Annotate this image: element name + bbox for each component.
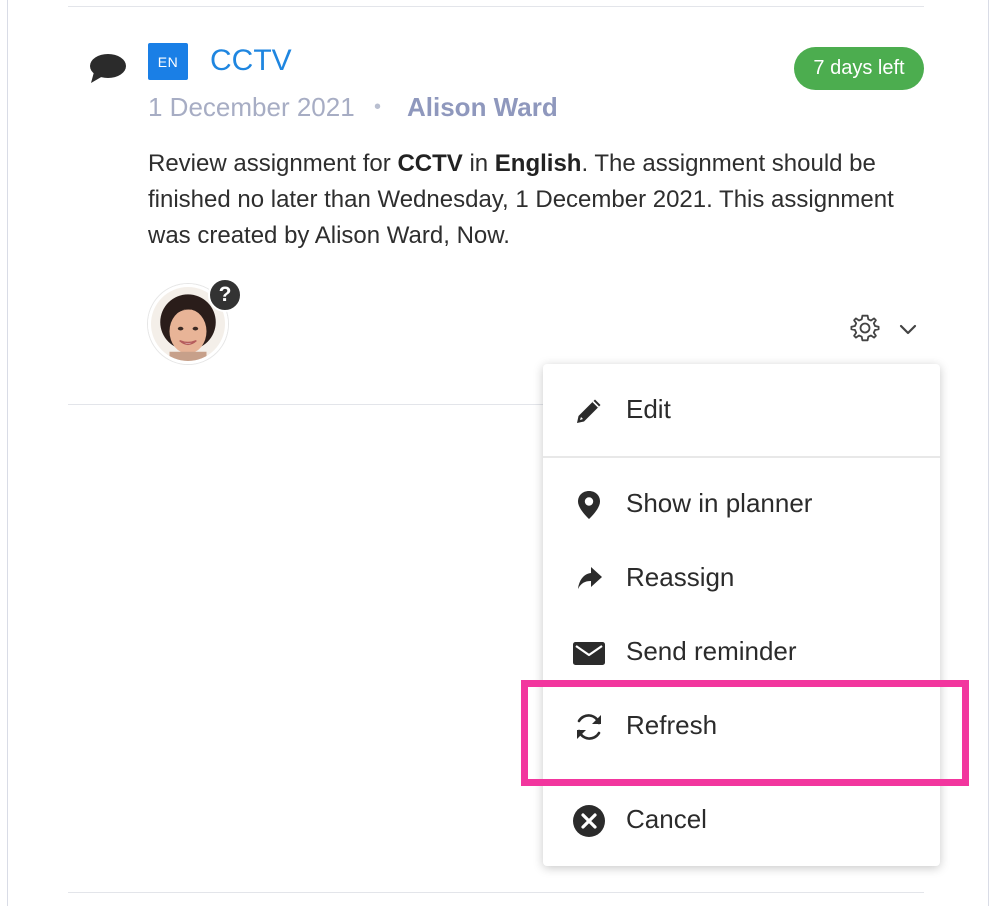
gear-icon[interactable] — [850, 313, 880, 343]
pencil-icon — [571, 393, 607, 429]
assignment-description: Review assignment for CCTV in English. T… — [148, 146, 938, 254]
description-language: English — [494, 150, 582, 177]
menu-item-label: Refresh — [626, 710, 718, 740]
menu-item-label: Edit — [626, 394, 671, 424]
assignee-avatar-wrapper[interactable]: ? — [148, 278, 242, 364]
days-left-badge: 7 days left — [794, 47, 924, 90]
bottom-divider — [68, 892, 924, 893]
comment-icon[interactable] — [88, 52, 128, 86]
description-text: in — [462, 150, 495, 177]
assignment-title[interactable]: CCTV — [210, 42, 292, 80]
refresh-icon — [571, 709, 607, 745]
actions-dropdown-menu: Edit Show in planner Reassign Send remin… — [543, 364, 940, 866]
description-text: Review assignment for — [148, 150, 398, 177]
menu-item-refresh[interactable]: Refresh — [543, 695, 940, 755]
location-pin-icon — [571, 487, 607, 523]
menu-item-label: Show in planner — [626, 488, 813, 518]
help-badge[interactable]: ? — [208, 278, 242, 312]
frame-right-border — [988, 0, 989, 906]
envelope-icon — [571, 635, 607, 671]
menu-separator — [543, 456, 940, 458]
card-divider — [68, 404, 544, 405]
cancel-circle-icon — [571, 803, 607, 839]
share-arrow-icon — [571, 561, 607, 597]
description-subject: CCTV — [397, 150, 463, 177]
menu-item-label: Send reminder — [626, 636, 797, 666]
menu-item-cancel[interactable]: Cancel — [543, 789, 940, 849]
menu-item-label: Reassign — [626, 562, 735, 592]
assignment-author[interactable]: Alison Ward — [407, 91, 558, 123]
menu-item-show-in-planner[interactable]: Show in planner — [543, 473, 940, 533]
menu-item-reassign[interactable]: Reassign — [543, 547, 940, 607]
language-badge: EN — [148, 43, 188, 80]
menu-item-send-reminder[interactable]: Send reminder — [543, 621, 940, 681]
meta-separator: • — [374, 96, 382, 118]
frame-left-border — [7, 0, 8, 906]
top-divider — [68, 6, 924, 7]
menu-item-edit[interactable]: Edit — [543, 379, 940, 439]
menu-item-label: Cancel — [626, 804, 707, 834]
chevron-down-icon[interactable] — [897, 318, 919, 340]
assignment-date: 1 December 2021 — [148, 92, 355, 122]
